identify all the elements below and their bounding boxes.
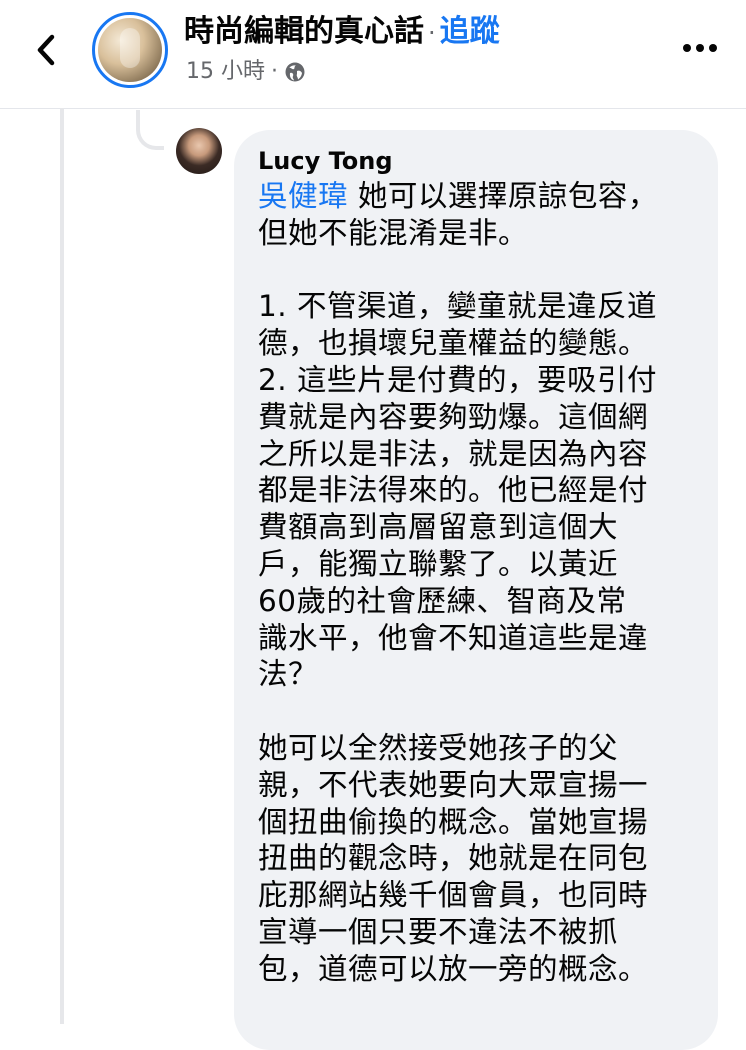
post-meta: 15 小時 · [186, 56, 306, 88]
post-time[interactable]: 15 小時 [186, 56, 265, 88]
comment-line: 戶，能獨立聯繫了。以黃近 [258, 546, 619, 581]
page-avatar-image [98, 18, 162, 82]
follow-button[interactable]: 追蹤 [440, 14, 500, 49]
meta-separator: · [271, 59, 278, 84]
thread-reply-connector [136, 110, 164, 150]
comment-line: 扭曲的觀念時，她就是在同包 [258, 841, 649, 876]
more-horizontal-icon [683, 44, 717, 52]
comment-line: 都是非法得來的。他已經是付 [258, 473, 649, 508]
mention-link[interactable]: 吳健瑋 [258, 179, 348, 213]
comment-line: 德，也損壞兒童權益的變態。 [258, 326, 649, 361]
comment-line: 1. 不管渠道，孌童就是違反道 [258, 289, 658, 324]
page-title-row: 時尚編輯的真心話 · 追蹤 [184, 12, 500, 53]
comment-line: 之所以是非法，就是因為內容 [258, 436, 649, 471]
comment-line: 個扭曲偷換的概念。當她宣揚 [258, 804, 649, 839]
comment-line-text: 她可以選擇原諒包容， [348, 179, 658, 213]
comment-line: 庇那網站幾千個會員，也同時 [258, 878, 649, 913]
more-options-button[interactable] [680, 36, 720, 60]
comment-line: 她可以全然接受她孩子的父 [258, 730, 619, 765]
comment-line: 60歲的社會歷練、智商及常 [258, 583, 627, 618]
comment-blank-line [258, 693, 694, 730]
page-avatar[interactable] [92, 12, 168, 88]
page-name[interactable]: 時尚編輯的真心話 [184, 14, 424, 49]
comment-line: 費額高到高層留意到這個大 [258, 510, 619, 545]
comment-line: 2. 這些片是付費的，要吸引付 [258, 362, 658, 397]
comment-blank-line [258, 252, 694, 289]
comment-line: 法？ [258, 657, 319, 692]
globe-icon [285, 62, 305, 82]
commenter-name[interactable]: Lucy Tong [258, 146, 694, 176]
thread-line [60, 108, 64, 1024]
comment-line: 識水平，他會不知道這些是違 [258, 620, 649, 655]
comment-line: 包，道德可以放一旁的概念。 [258, 951, 649, 986]
comment-line: 吳健瑋 她可以選擇原諒包容， [258, 178, 694, 215]
back-button[interactable] [26, 28, 66, 72]
comment-line: 費就是內容要夠勁爆。這個網 [258, 399, 649, 434]
commenter-avatar[interactable] [176, 128, 222, 174]
comment-text: 吳健瑋 她可以選擇原諒包容， 但她不能混淆是非。 1. 不管渠道，孌童就是違反道… [258, 178, 694, 988]
title-separator: · [428, 19, 436, 47]
comment-bubble: Lucy Tong 吳健瑋 她可以選擇原諒包容， 但她不能混淆是非。 1. 不管… [234, 130, 718, 1050]
comment-line: 親，不代表她要向大眾宣揚一 [258, 767, 649, 802]
comment-line: 但她不能混淆是非。 [258, 215, 529, 250]
chevron-left-icon [37, 34, 55, 66]
post-header: 時尚編輯的真心話 · 追蹤 15 小時 · [0, 0, 746, 109]
comment-line: 宣導一個只要不違法不被抓 [258, 914, 619, 949]
